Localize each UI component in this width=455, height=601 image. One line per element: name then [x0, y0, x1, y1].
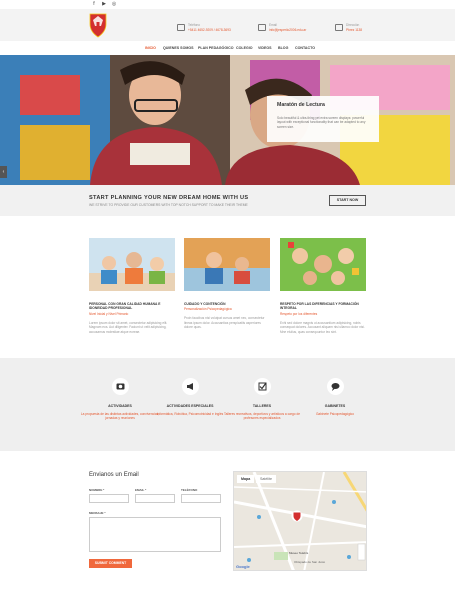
card-subtitle: Nivel Inicial y Nivel Primario: [89, 311, 129, 316]
nav-inicio[interactable]: INICIO: [145, 46, 156, 50]
feature-title: ACTIVIDADES ESPECIALES: [166, 404, 214, 408]
map-icon: [335, 24, 343, 31]
hero-photo: [0, 55, 455, 185]
map-label: Museo Telebís: [289, 551, 309, 555]
feature-title: ACTIVIDADES: [108, 404, 132, 408]
feature-gabinetes: GABINETES Gabinete Psicopedagógico: [295, 378, 375, 416]
checkbox-icon[interactable]: [253, 378, 271, 395]
form-title: Envianos un Email: [89, 472, 139, 478]
card-respeto: RESPETO POR LAS DIFERENCIAS Y FORMACIÓN …: [280, 238, 366, 334]
feature-text: Talleres recreativos, deportivos y artís…: [223, 412, 300, 421]
card-subtitle: Personalización Psicopedagógica: [184, 307, 232, 312]
card-image[interactable]: [184, 238, 270, 291]
card-text: Lorem ipsum dolor sit amet, consectetur …: [89, 320, 168, 334]
slider-prev-button[interactable]: ‹: [0, 166, 7, 178]
phone-value[interactable]: +5411 4652-9209 / 4678-3693: [188, 28, 231, 32]
top-bar: f ▶ ◎: [0, 0, 455, 9]
card-personal: PERSONAL CON GRAN CALIDAD HUMANA E IDONE…: [89, 238, 175, 334]
card-subtitle: Respeto por los diferentes: [280, 311, 318, 316]
telefono-input[interactable]: [181, 494, 221, 503]
nav-plan-pedagogico[interactable]: PLAN PEDAGÓGICO: [198, 46, 234, 50]
hero-title: Maratón de Lectura: [277, 102, 325, 108]
submit-comment-button[interactable]: SUBMIT COMMENT: [89, 559, 132, 568]
nav-videos[interactable]: VIDEOS: [258, 46, 272, 50]
phone-icon: [177, 24, 185, 31]
email-input[interactable]: [135, 494, 175, 503]
hero-caption: Maratón de Lectura Solo beautiful & ultr…: [267, 96, 379, 142]
map-widget[interactable]: Mapa Satélite Museo Telebís Obispado de …: [233, 471, 367, 571]
telefono-label: TELÉFONO: [181, 488, 198, 492]
nombre-input[interactable]: [89, 494, 129, 503]
nav-blog[interactable]: BLOG: [278, 46, 288, 50]
instagram-icon[interactable]: ◎: [111, 2, 117, 7]
email-label: EMAIL *: [135, 488, 147, 492]
mensaje-label: MENSAJE *: [89, 511, 106, 515]
card-title: PERSONAL CON GRAN CALIDAD HUMANA E IDONE…: [89, 302, 161, 311]
camera-icon[interactable]: [111, 378, 129, 395]
feature-text: La propuesta de las distintas actividade…: [80, 412, 160, 421]
chat-icon[interactable]: [326, 378, 344, 395]
feature-talleres: TALLERES Talleres recreativos, deportivo…: [222, 378, 302, 420]
card-image[interactable]: [280, 238, 366, 291]
address-label: Dirección: [346, 23, 360, 27]
card-text: Exhi sed dolore magnis ut accusantium ad…: [280, 320, 365, 334]
feature-title: TALLERES: [252, 404, 272, 408]
feature-text: Informática, Robótica, Psicomotricidad e…: [156, 412, 224, 416]
mensaje-textarea[interactable]: [89, 517, 221, 552]
header: Teléfono +5411 4652-9209 / 4678-3693 Ema…: [0, 9, 455, 41]
email-value[interactable]: info@jesperiio2006.edu.ar: [269, 28, 306, 32]
school-logo[interactable]: [88, 12, 108, 38]
card-title: RESPETO POR LAS DIFERENCIAS Y FORMACIÓN …: [280, 302, 359, 311]
cta-subtitle: WE STRIVE TO PROVIDE OUR CUSTOMERS WITH …: [89, 203, 248, 207]
megaphone-icon[interactable]: [181, 378, 199, 395]
school-marker-icon[interactable]: [291, 510, 303, 522]
cta-title: START PLANNING YOUR NEW DREAM HOME WITH …: [89, 195, 249, 201]
card-text: Proin faucibus nisi volutpat cursus amet…: [184, 316, 265, 330]
nombre-label: NOMBRE *: [89, 488, 105, 492]
card-title: CUIDADO Y CONTENCIÓN: [184, 302, 226, 306]
card-image[interactable]: [89, 238, 175, 291]
feature-actividades-especiales: ACTIVIDADES ESPECIALES Informática, Robó…: [150, 378, 230, 416]
main-nav: INICIO QUIENES SOMOS PLAN PEDAGÓGICO COL…: [0, 41, 455, 55]
mail-icon: [258, 24, 266, 31]
email-label: Email: [269, 23, 277, 27]
map-tab[interactable]: Mapa: [237, 475, 255, 483]
phone-label: Teléfono: [188, 23, 201, 27]
cta-band: START PLANNING YOUR NEW DREAM HOME WITH …: [0, 185, 455, 216]
feature-text: Gabinete Psicopedagógico: [315, 412, 355, 416]
youtube-icon[interactable]: ▶: [101, 2, 107, 7]
facebook-icon[interactable]: f: [91, 2, 97, 7]
map-label: Obispado de San Justo: [294, 560, 326, 564]
start-now-button[interactable]: START NOW: [329, 195, 366, 206]
feature-title: GABINETES: [324, 404, 346, 408]
nav-contacto[interactable]: CONTACTO: [295, 46, 315, 50]
nav-colegio[interactable]: COLEGIO: [236, 46, 253, 50]
nav-quienes-somos[interactable]: QUIENES SOMOS: [163, 46, 194, 50]
hero-text: Solo beautiful & ultra-thing yet extra s…: [277, 116, 366, 129]
card-cuidado: CUIDADO Y CONTENCIÓN Personalización Psi…: [184, 238, 270, 330]
address-value: Pbrez 1138: [346, 28, 363, 32]
hero-slider: ‹: [0, 55, 455, 185]
satellite-tab[interactable]: Satélite: [256, 475, 276, 483]
feature-actividades: ACTIVIDADES La propuesta de las distinta…: [80, 378, 160, 420]
google-logo: Google: [236, 564, 250, 569]
